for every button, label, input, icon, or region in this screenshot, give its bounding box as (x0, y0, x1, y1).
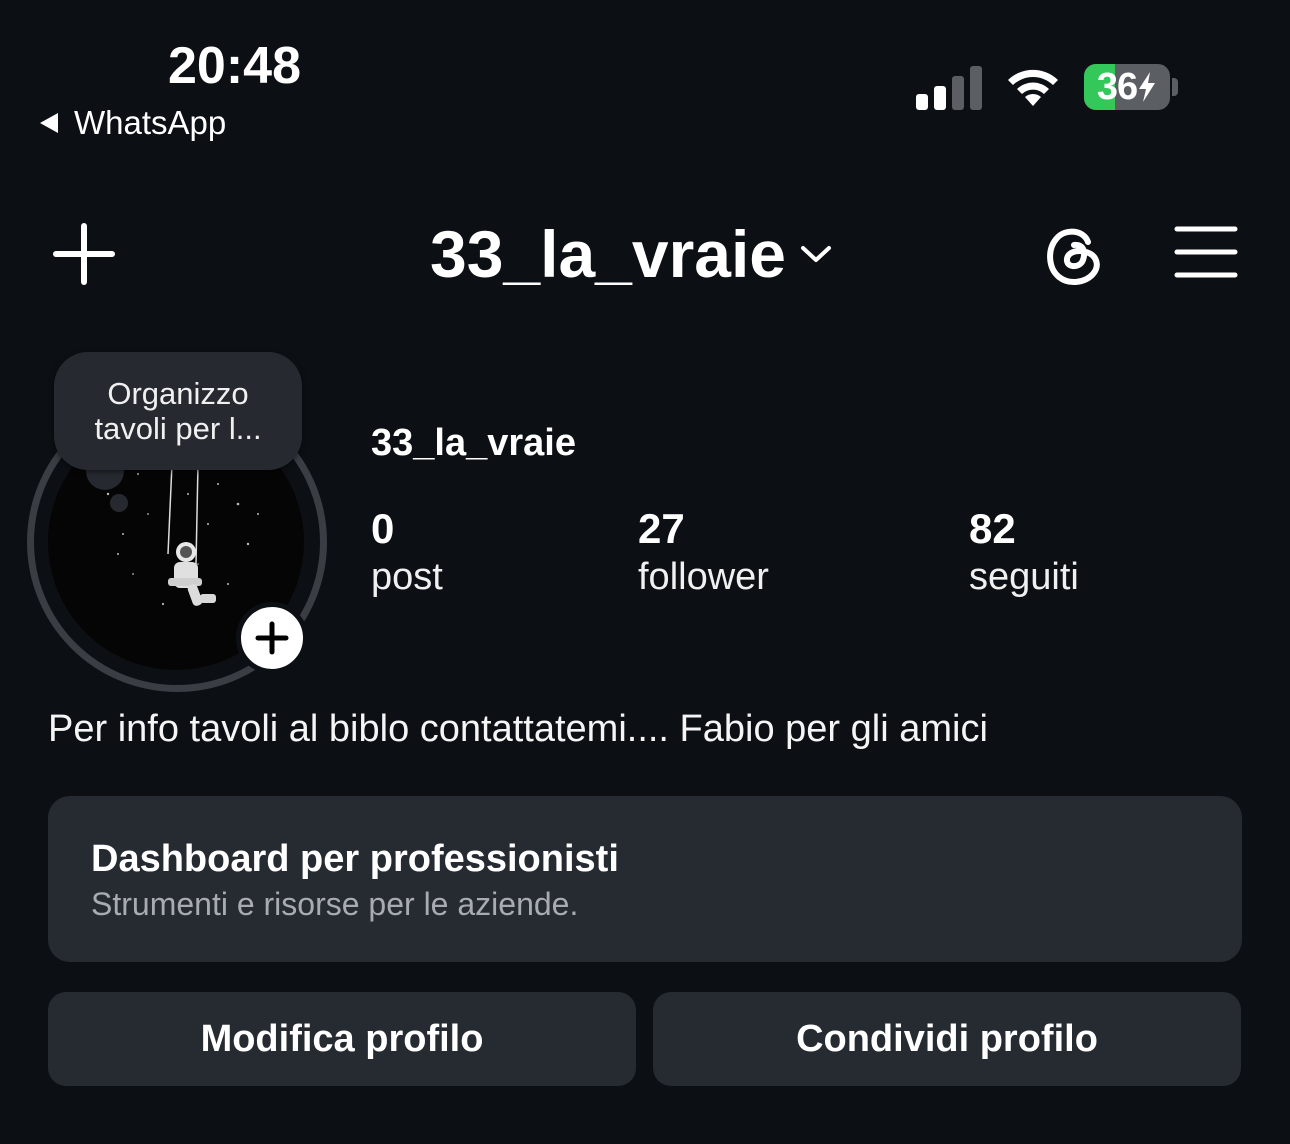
stat-followers-count: 27 (638, 505, 685, 552)
stat-followers[interactable]: 27 follower (638, 506, 769, 602)
profile-note-bubble[interactable]: Organizzo tavoli per l... (54, 352, 302, 470)
back-app-label: WhatsApp (74, 104, 227, 141)
threads-icon[interactable] (1040, 220, 1108, 288)
note-bubble-tail-small (110, 494, 128, 512)
dashboard-subtitle: Strumenti e risorse per le aziende. (91, 886, 579, 922)
chevron-down-icon (801, 246, 832, 262)
stat-posts[interactable]: 0 post (371, 506, 443, 602)
charging-bolt-icon (1139, 72, 1156, 102)
stat-posts-count: 0 (371, 505, 395, 552)
add-story-button[interactable] (236, 602, 308, 674)
back-triangle-icon (40, 113, 58, 133)
stat-following[interactable]: 82 seguiti (969, 506, 1079, 602)
wifi-icon (1008, 69, 1058, 106)
share-profile-button[interactable]: Condividi profilo (653, 992, 1241, 1086)
status-time: 20:48 (168, 37, 301, 95)
menu-icon[interactable] (1174, 224, 1238, 280)
profile-display-name: 33_la_vraie (371, 422, 576, 464)
battery-cap (1172, 78, 1178, 96)
stat-following-count: 82 (969, 505, 1016, 552)
battery-level: 36 (1096, 65, 1138, 108)
battery-indicator: 36 (1084, 64, 1170, 110)
dashboard-title: Dashboard per professionisti (91, 838, 619, 880)
header-username: 33_la_vraie (430, 217, 787, 291)
account-switcher[interactable]: 33_la_vraie (430, 216, 832, 292)
stat-posts-label: post (371, 556, 443, 598)
stat-following-label: seguiti (969, 556, 1079, 598)
stat-followers-label: follower (638, 556, 769, 598)
create-plus-icon[interactable] (52, 222, 116, 286)
profile-bio: Per info tavoli al biblo contattatemi...… (48, 708, 988, 750)
cellular-signal-icon (916, 66, 982, 110)
back-to-app-button[interactable]: WhatsApp (38, 104, 226, 142)
edit-profile-button[interactable]: Modifica profilo (48, 992, 636, 1086)
plus-icon (255, 621, 289, 655)
